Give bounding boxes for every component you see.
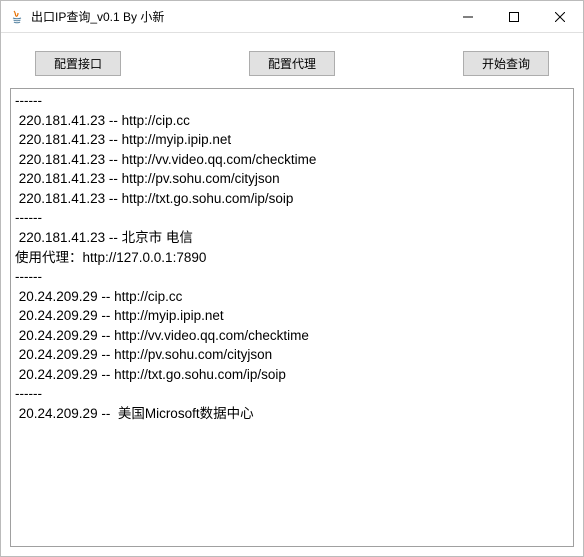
java-icon	[9, 9, 25, 25]
maximize-button[interactable]	[491, 1, 537, 32]
close-button[interactable]	[537, 1, 583, 32]
minimize-button[interactable]	[445, 1, 491, 32]
content-area: 配置接口 配置代理 开始查询 ------ 220.181.41.23 -- h…	[1, 33, 583, 556]
config-proxy-button[interactable]: 配置代理	[249, 51, 335, 76]
toolbar: 配置接口 配置代理 开始查询	[10, 43, 574, 88]
window-controls	[445, 1, 583, 32]
config-api-button[interactable]: 配置接口	[35, 51, 121, 76]
start-query-button[interactable]: 开始查询	[463, 51, 549, 76]
output-textarea[interactable]: ------ 220.181.41.23 -- http://cip.cc 22…	[10, 88, 574, 547]
window-title: 出口IP查询_v0.1 By 小新	[31, 8, 445, 25]
titlebar: 出口IP查询_v0.1 By 小新	[1, 1, 583, 33]
